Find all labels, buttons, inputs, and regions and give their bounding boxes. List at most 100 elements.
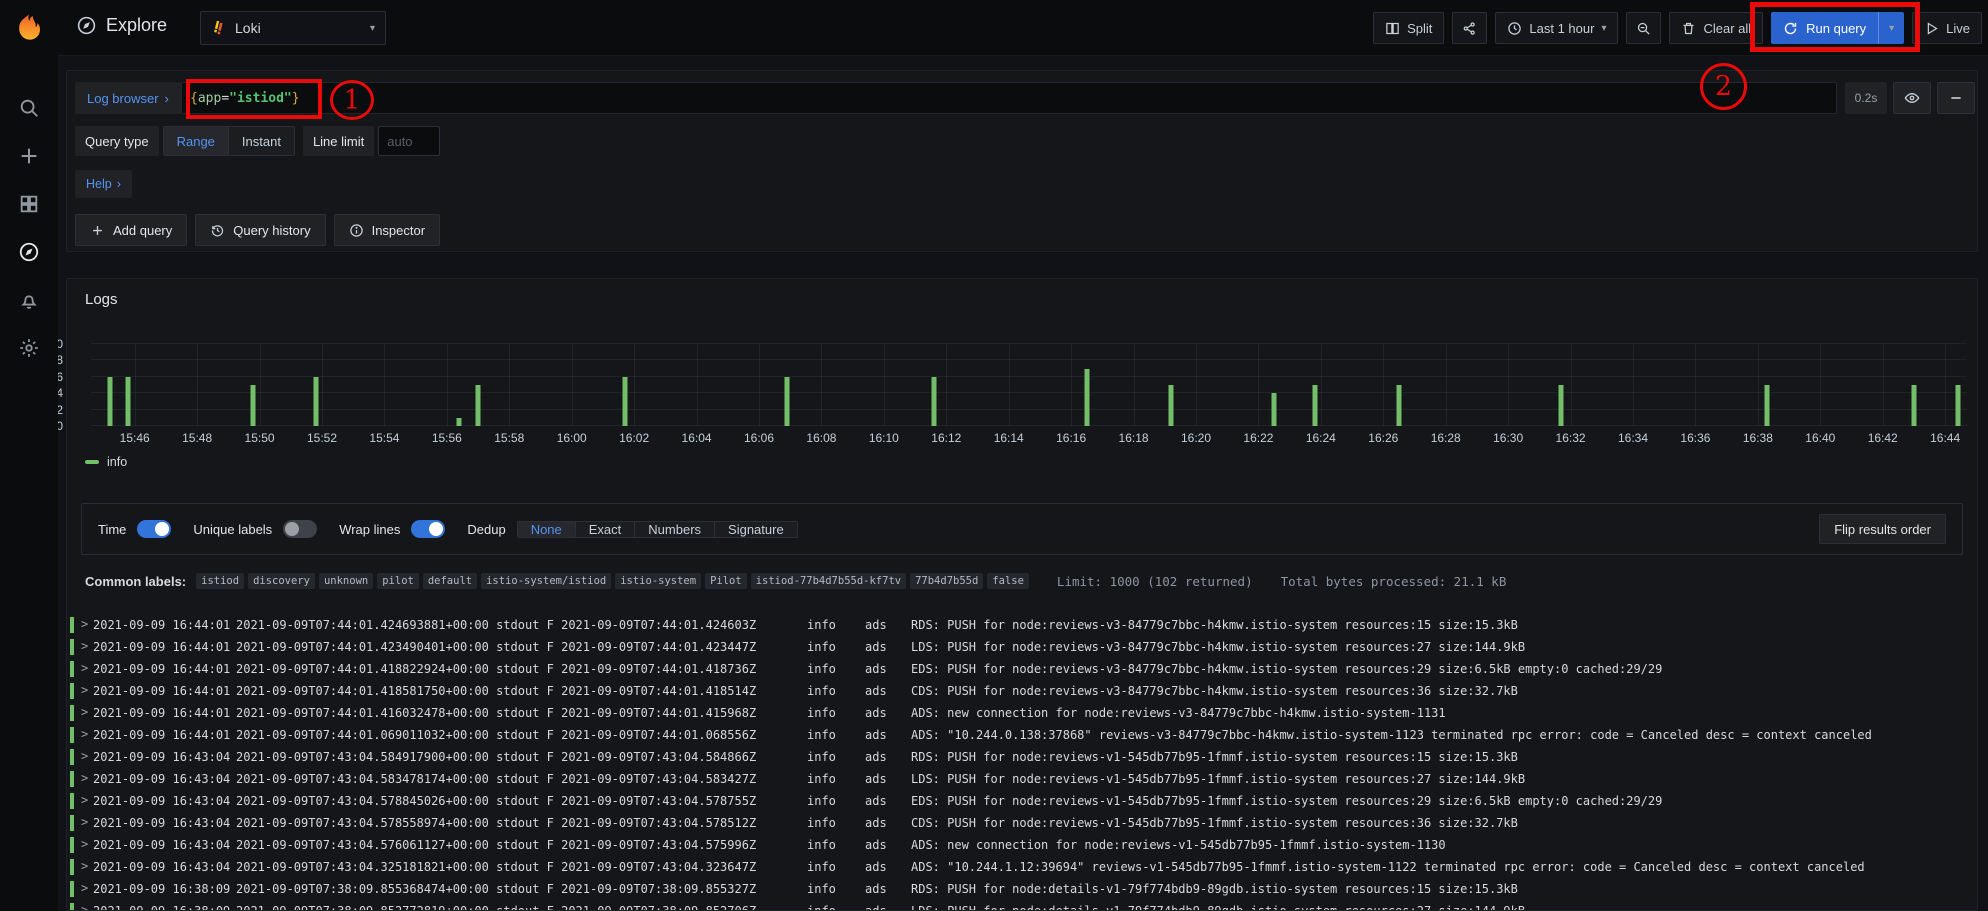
share-button[interactable] — [1452, 12, 1487, 44]
query-history-button[interactable]: Query history — [195, 214, 325, 246]
split-button[interactable]: Split — [1373, 12, 1444, 44]
query-input[interactable]: {app="istiod"} — [181, 82, 1837, 114]
query-label-name: app — [198, 91, 221, 106]
x-axis-tick: 16:38 — [1743, 431, 1773, 445]
expand-chevron-icon[interactable]: > — [81, 617, 88, 631]
log-raw-prefix: 2021-09-09T07:43:04.578558974+00:00 stdo… — [236, 816, 756, 830]
help-button[interactable]: Help › — [75, 170, 132, 198]
log-browser-label: Log browser — [87, 91, 159, 106]
toolbar: Split Last 1 hour ▾ Clear all Run query … — [1373, 12, 1982, 44]
log-row[interactable]: >2021-09-09 16:38:092021-09-09T07:38:09.… — [67, 878, 1977, 900]
log-raw-prefix: 2021-09-09T07:44:01.424693881+00:00 stdo… — [236, 618, 756, 632]
dedup-option-numbers[interactable]: Numbers — [635, 522, 715, 537]
run-query-main[interactable]: Run query — [1771, 12, 1878, 44]
expand-chevron-icon[interactable]: > — [81, 881, 88, 895]
log-row[interactable]: >2021-09-09 16:43:042021-09-09T07:43:04.… — [67, 768, 1977, 790]
log-browser-button[interactable]: Log browser › — [75, 82, 181, 114]
log-row[interactable]: >2021-09-09 16:43:042021-09-09T07:43:04.… — [67, 834, 1977, 856]
query-actions-row: Add query Query history Inspector — [75, 214, 440, 246]
gridline — [1695, 344, 1696, 426]
query-duration: 0.2s — [1845, 82, 1887, 114]
grafana-logo[interactable] — [9, 9, 49, 49]
log-row[interactable]: >2021-09-09 16:43:042021-09-09T07:43:04.… — [67, 790, 1977, 812]
legend-item-info[interactable]: info — [85, 455, 127, 469]
limit-stat: Limit: 1000 (102 returned) — [1057, 574, 1253, 589]
dashboards-icon[interactable] — [18, 193, 40, 215]
search-icon[interactable] — [18, 97, 40, 119]
x-axis-tick: 16:02 — [619, 431, 649, 445]
expand-chevron-icon[interactable]: > — [81, 639, 88, 653]
log-module: ads — [865, 706, 887, 720]
expand-chevron-icon[interactable]: > — [81, 683, 88, 697]
remove-query-button[interactable] — [1937, 82, 1975, 114]
log-level-indicator — [70, 881, 74, 897]
share-icon — [1462, 21, 1477, 36]
legend-label: info — [107, 455, 127, 469]
eye-icon — [1904, 90, 1920, 106]
log-row[interactable]: >2021-09-09 16:44:012021-09-09T07:44:01.… — [67, 614, 1977, 636]
log-row[interactable]: >2021-09-09 16:43:042021-09-09T07:43:04.… — [67, 746, 1977, 768]
expand-chevron-icon[interactable]: > — [81, 903, 88, 910]
clear-all-button[interactable]: Clear all — [1669, 12, 1763, 44]
x-axis-tick: 16:04 — [682, 431, 712, 445]
run-query-button[interactable]: Run query ▾ — [1771, 12, 1904, 44]
log-level: info — [807, 772, 836, 786]
log-row[interactable]: >2021-09-09 16:44:012021-09-09T07:44:01.… — [67, 702, 1977, 724]
log-row[interactable]: >2021-09-09 16:44:012021-09-09T07:44:01.… — [67, 724, 1977, 746]
log-level-indicator — [70, 727, 74, 743]
datasource-picker[interactable]: Loki ▾ — [200, 11, 386, 45]
expand-chevron-icon[interactable]: > — [81, 705, 88, 719]
gridline — [1820, 344, 1821, 426]
bytes-processed-stat: Total bytes processed: 21.1 kB — [1281, 574, 1507, 589]
expand-chevron-icon[interactable]: > — [81, 815, 88, 829]
line-limit-input[interactable]: auto — [378, 126, 440, 156]
expand-chevron-icon[interactable]: > — [81, 837, 88, 851]
time-toggle[interactable] — [137, 520, 171, 538]
log-level-indicator — [70, 815, 74, 831]
alerting-icon[interactable] — [18, 289, 40, 311]
expand-chevron-icon[interactable]: > — [81, 749, 88, 763]
flip-results-order-button[interactable]: Flip results order — [1819, 514, 1946, 544]
dedup-option-none[interactable]: None — [518, 522, 576, 537]
log-level-indicator — [70, 683, 74, 699]
dedup-option-signature[interactable]: Signature — [715, 522, 797, 537]
settings-icon[interactable] — [18, 337, 40, 359]
log-volume-bar — [476, 385, 481, 426]
log-row[interactable]: >2021-09-09 16:44:012021-09-09T07:44:01.… — [67, 680, 1977, 702]
query-editor: Log browser › {app="istiod"} 0.2s Query … — [66, 70, 1978, 252]
expand-chevron-icon[interactable]: > — [81, 661, 88, 675]
live-button[interactable]: Live — [1912, 12, 1982, 44]
query-type-option-range[interactable]: Range — [164, 127, 229, 155]
hide-query-button[interactable] — [1893, 82, 1931, 114]
gridline — [1945, 344, 1946, 426]
log-row[interactable]: >2021-09-09 16:38:092021-09-09T07:38:09.… — [67, 900, 1977, 910]
add-query-button[interactable]: Add query — [75, 214, 187, 246]
expand-chevron-icon[interactable]: > — [81, 859, 88, 873]
query-label-value: "istiod" — [229, 91, 292, 106]
inspector-button[interactable]: Inspector — [334, 214, 440, 246]
log-row[interactable]: >2021-09-09 16:44:012021-09-09T07:44:01.… — [67, 658, 1977, 680]
unique-labels-toggle[interactable] — [283, 520, 317, 538]
expand-chevron-icon[interactable]: > — [81, 793, 88, 807]
log-row[interactable]: >2021-09-09 16:43:042021-09-09T07:43:04.… — [67, 812, 1977, 834]
split-label: Split — [1407, 21, 1432, 36]
gridline — [1258, 344, 1259, 426]
run-query-dropdown[interactable]: ▾ — [1878, 12, 1904, 44]
time-range-picker[interactable]: Last 1 hour ▾ — [1495, 12, 1618, 44]
expand-chevron-icon[interactable]: > — [81, 727, 88, 741]
explore-icon[interactable] — [18, 241, 40, 263]
wrap-lines-toggle[interactable] — [411, 520, 445, 538]
label-chip: pilot — [377, 573, 419, 589]
label-chip: discovery — [248, 573, 315, 589]
expand-chevron-icon[interactable]: > — [81, 771, 88, 785]
log-row[interactable]: >2021-09-09 16:44:012021-09-09T07:44:01.… — [67, 636, 1977, 658]
plus-icon[interactable] — [18, 145, 40, 167]
gridline — [1446, 344, 1447, 426]
dedup-option-exact[interactable]: Exact — [576, 522, 636, 537]
log-row[interactable]: >2021-09-09 16:43:042021-09-09T07:43:04.… — [67, 856, 1977, 878]
query-type-option-instant[interactable]: Instant — [229, 127, 294, 155]
zoom-out-button[interactable] — [1626, 12, 1661, 44]
log-volume-bar — [313, 377, 318, 426]
toggle-label: Wrap lines — [339, 522, 400, 537]
inspector-label: Inspector — [372, 223, 425, 238]
